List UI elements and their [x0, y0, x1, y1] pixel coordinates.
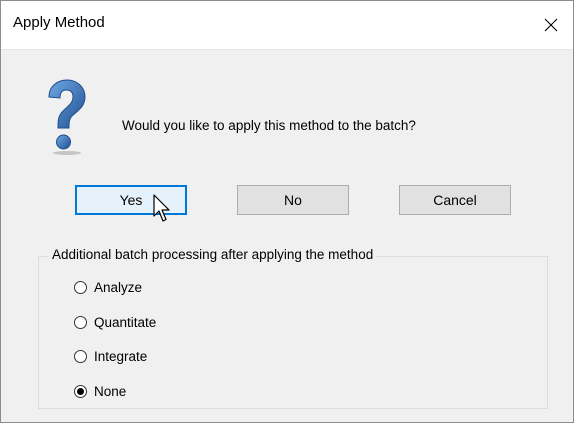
question-icon — [48, 79, 86, 155]
no-button[interactable]: No — [237, 185, 349, 215]
title-bar: Apply Method — [1, 1, 573, 50]
mouse-cursor-icon — [153, 194, 170, 222]
radio-indicator — [74, 280, 87, 294]
radio-indicator-selected — [74, 384, 87, 398]
radio-integrate[interactable]: Integrate — [74, 346, 147, 366]
radio-quantitate[interactable]: Quantitate — [74, 312, 156, 332]
radio-indicator — [74, 315, 87, 329]
group-label: Additional batch processing after applyi… — [49, 247, 377, 262]
cancel-button[interactable]: Cancel — [399, 185, 511, 215]
radio-analyze[interactable]: Analyze — [74, 277, 142, 297]
radio-label: None — [94, 383, 127, 399]
window-title: Apply Method — [13, 14, 105, 31]
radio-none[interactable]: None — [74, 381, 126, 401]
radio-indicator — [74, 349, 87, 363]
radio-label: Integrate — [94, 348, 148, 364]
radio-label: Quantitate — [94, 314, 157, 330]
close-icon — [544, 18, 558, 32]
close-button[interactable] — [529, 1, 573, 49]
confirmation-message: Would you like to apply this method to t… — [122, 118, 416, 133]
apply-method-dialog: Apply Method Would you like to apply thi… — [0, 0, 574, 423]
radio-label: Analyze — [94, 279, 143, 295]
